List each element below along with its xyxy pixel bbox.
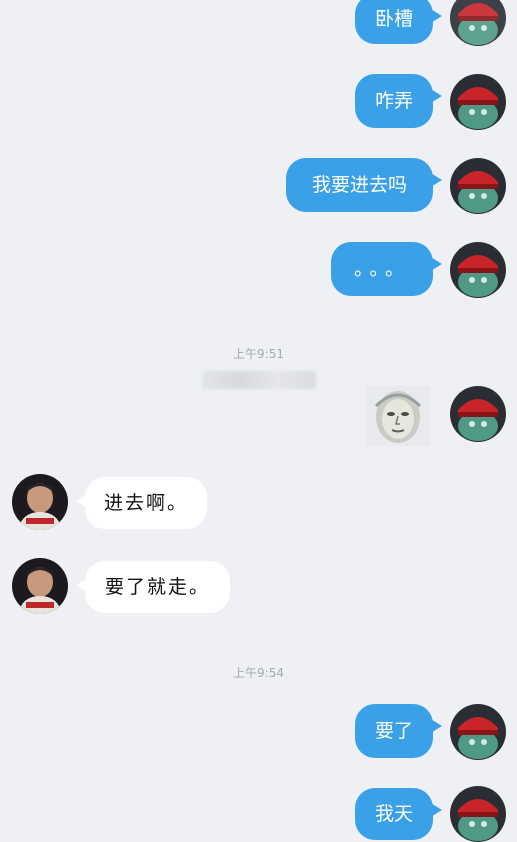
self-avatar[interactable] [450,704,506,760]
message-bubble-outgoing[interactable]: 卧槽 [355,0,442,44]
timestamp: 上午9:54 [233,666,284,680]
blurred-sender-name [202,371,316,389]
message-text: 要了 [375,719,414,742]
message-bubble-outgoing[interactable]: 咋弄 [355,74,442,128]
face-sticker-icon [366,386,430,446]
message-bubble-outgoing[interactable]: 我天 [355,788,442,840]
red-cap-creature-icon [450,242,506,298]
message-text: 进去啊。 [104,491,189,514]
man-in-red-shirt-icon [12,474,68,530]
self-avatar[interactable] [450,0,506,46]
red-cap-creature-icon [450,704,506,760]
message-bubble-incoming[interactable]: 要了就走。 [76,561,230,613]
face-sticker-message[interactable] [366,386,430,446]
self-avatar[interactable] [450,386,506,442]
message-bubble-outgoing[interactable]: 我要进去吗 [286,158,442,212]
message-bubble-outgoing[interactable]: 。。。 [331,242,442,296]
self-avatar[interactable] [450,242,506,298]
self-avatar[interactable] [450,786,506,842]
message-bubble-outgoing[interactable]: 要了 [355,704,442,758]
self-avatar[interactable] [450,74,506,130]
message-bubble-incoming[interactable]: 进去啊。 [76,477,207,529]
contact-avatar[interactable] [12,558,68,614]
self-avatar[interactable] [450,158,506,214]
timestamp: 上午9:51 [233,347,284,361]
red-cap-creature-icon [450,158,506,214]
message-text: 我要进去吗 [311,173,407,196]
message-text: 咋弄 [375,89,414,112]
man-in-red-shirt-icon [12,558,68,614]
message-text: 。。。 [353,257,410,280]
red-cap-creature-icon [450,74,506,130]
red-cap-creature-icon [450,386,506,442]
message-text: 卧槽 [375,7,414,30]
contact-avatar[interactable] [12,474,68,530]
red-cap-creature-icon [450,0,506,46]
message-text: 我天 [375,802,414,825]
message-text: 要了就走。 [105,575,211,598]
red-cap-creature-icon [450,786,506,842]
